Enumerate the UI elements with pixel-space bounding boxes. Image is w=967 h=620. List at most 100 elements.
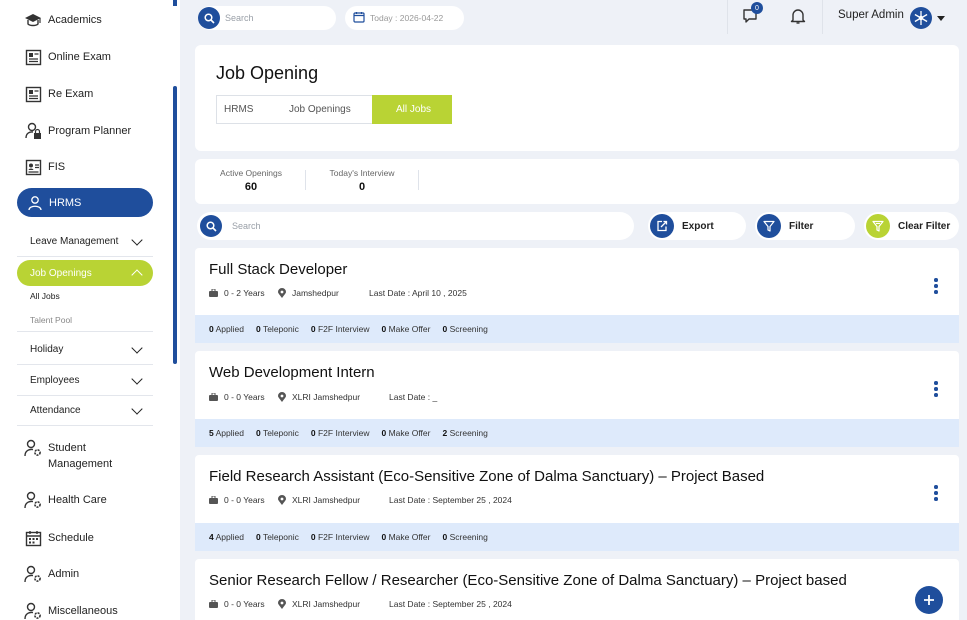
make-offer-stat: 0 Make Offer (381, 324, 431, 334)
sidebar-item-miscellaneous[interactable]: Miscellaneous (24, 602, 118, 620)
sidebar-sub-job-openings[interactable]: Job Openings (17, 260, 153, 286)
bell-icon[interactable] (789, 7, 807, 25)
sidebar-item-schedule[interactable]: Schedule (24, 529, 94, 547)
screening-stat: 0 Screening (442, 532, 488, 542)
id-card-icon (24, 158, 42, 176)
exam-sheet-icon (24, 48, 42, 66)
filter-icon (757, 214, 781, 238)
sidebar-link-talent-pool[interactable]: Talent Pool (30, 315, 72, 325)
stat-todays-interview: Today's Interview 0 (326, 168, 398, 193)
location-text: XLRI Jamshedpur (292, 392, 361, 402)
job-pipeline-stats: 4 Applied 0 Teleponic 0 F2F Interview 0 … (195, 523, 959, 551)
add-job-button[interactable] (915, 586, 943, 614)
clear-filter-button[interactable]: Clear Filter (864, 212, 959, 240)
user-gear-icon (24, 439, 42, 457)
sidebar-item-online-exam[interactable]: Online Exam (24, 48, 111, 66)
chevron-up-icon (131, 269, 143, 281)
sidebar-scrollbar[interactable] (173, 86, 177, 364)
export-button[interactable]: Export (648, 212, 746, 240)
divider (418, 170, 419, 190)
sidebar-item-label: Student Management (48, 442, 113, 470)
user-name[interactable]: Super Admin (838, 9, 904, 21)
sidebar-item-student-management[interactable]: Student Management (24, 439, 118, 472)
breadcrumb-hrms[interactable]: HRMS (216, 95, 268, 124)
telephonic-stat: 0 Teleponic (256, 532, 299, 542)
search-icon[interactable] (198, 7, 220, 29)
divider (17, 331, 153, 332)
job-search-input[interactable]: Search (197, 212, 634, 240)
divider (305, 170, 306, 190)
breadcrumb-label: Job Openings (289, 104, 351, 115)
sidebar-sub-employees[interactable]: Employees (17, 366, 153, 396)
briefcase-icon (209, 600, 218, 608)
sidebar-sub-label: Attendance (30, 405, 81, 416)
sidebar-item-health-care[interactable]: Health Care (24, 491, 107, 509)
user-gear-icon (24, 602, 42, 620)
f2f-stat: 0 F2F Interview (310, 532, 370, 542)
clear-filter-icon (866, 214, 890, 238)
chevron-down-icon[interactable] (937, 16, 945, 21)
job-title[interactable]: Web Development Intern (209, 364, 375, 381)
plus-icon (924, 595, 934, 605)
job-title[interactable]: Senior Research Fellow / Researcher (Eco… (209, 572, 847, 589)
job-location: Jamshedpur (278, 288, 339, 298)
job-last-date: Last Date : _ (389, 392, 438, 402)
location-text: Jamshedpur (292, 288, 339, 298)
experience-text: 0 - 0 Years (224, 495, 265, 505)
sidebar-sub-attendance[interactable]: Attendance (17, 396, 153, 426)
applied-stat: 5 Applied (209, 428, 244, 438)
job-card[interactable] (195, 559, 959, 620)
job-title[interactable]: Field Research Assistant (Eco-Sensitive … (209, 468, 764, 485)
job-last-date: Last Date : September 25 , 2024 (389, 495, 512, 505)
job-title[interactable]: Full Stack Developer (209, 261, 347, 278)
sidebar-sub-leave-management[interactable]: Leave Management (17, 227, 153, 257)
job-experience: 0 - 0 Years (209, 495, 265, 505)
sidebar-item-fis[interactable]: FIS (24, 158, 65, 176)
breadcrumb-all-jobs[interactable]: All Jobs (372, 95, 452, 124)
chevron-down-icon (131, 402, 143, 415)
location-text: XLRI Jamshedpur (292, 495, 361, 505)
calendar-icon (24, 529, 42, 547)
chevron-down-icon (131, 341, 143, 354)
user-gear-icon (24, 565, 42, 583)
more-options-icon[interactable] (934, 485, 938, 503)
experience-text: 0 - 0 Years (224, 599, 265, 609)
filter-button[interactable]: Filter (755, 212, 855, 240)
job-experience: 0 - 0 Years (209, 599, 265, 609)
sidebar-item-program-planner[interactable]: Program Planner (24, 122, 131, 140)
divider (822, 0, 823, 34)
breadcrumb: HRMS Job Openings All Jobs (216, 95, 452, 124)
sidebar-item-label: Academics (48, 14, 102, 26)
screening-stat: 0 Screening (442, 324, 488, 334)
more-options-icon[interactable] (934, 278, 938, 296)
sidebar: Academics Online Exam Re Exam Program Pl… (0, 0, 180, 620)
calendar-icon (353, 11, 365, 25)
search-icon[interactable] (200, 215, 222, 237)
job-location: XLRI Jamshedpur (278, 392, 360, 402)
sidebar-sub-label: Leave Management (30, 236, 119, 247)
global-search[interactable]: Search (198, 6, 336, 30)
f2f-stat: 0 F2F Interview (310, 324, 370, 334)
sidebar-sub-holiday[interactable]: Holiday (17, 335, 153, 365)
search-placeholder: Search (232, 221, 261, 231)
sidebar-scrollbar-top (173, 0, 177, 6)
more-options-icon[interactable] (934, 381, 938, 399)
sidebar-item-admin[interactable]: Admin (24, 565, 79, 583)
sidebar-item-label: Miscellaneous (48, 605, 118, 617)
stat-label: Active Openings (220, 168, 282, 178)
today-date: Today : 2026-04-22 (345, 6, 464, 30)
breadcrumb-job-openings[interactable]: Job Openings (268, 95, 372, 124)
sidebar-link-all-jobs[interactable]: All Jobs (30, 291, 60, 301)
avatar[interactable] (910, 7, 932, 29)
experience-text: 0 - 0 Years (224, 392, 265, 402)
location-text: XLRI Jamshedpur (292, 599, 361, 609)
sidebar-item-academics[interactable]: Academics (24, 11, 102, 29)
exam-sheet-icon (24, 85, 42, 103)
sidebar-item-hrms[interactable]: HRMS (17, 188, 153, 217)
location-pin-icon (278, 288, 286, 298)
export-icon (650, 214, 674, 238)
job-pipeline-stats: 5 Applied 0 Teleponic 0 F2F Interview 0 … (195, 419, 959, 447)
briefcase-icon (209, 289, 218, 297)
sidebar-item-re-exam[interactable]: Re Exam (24, 85, 93, 103)
sidebar-item-label: Online Exam (48, 51, 111, 63)
